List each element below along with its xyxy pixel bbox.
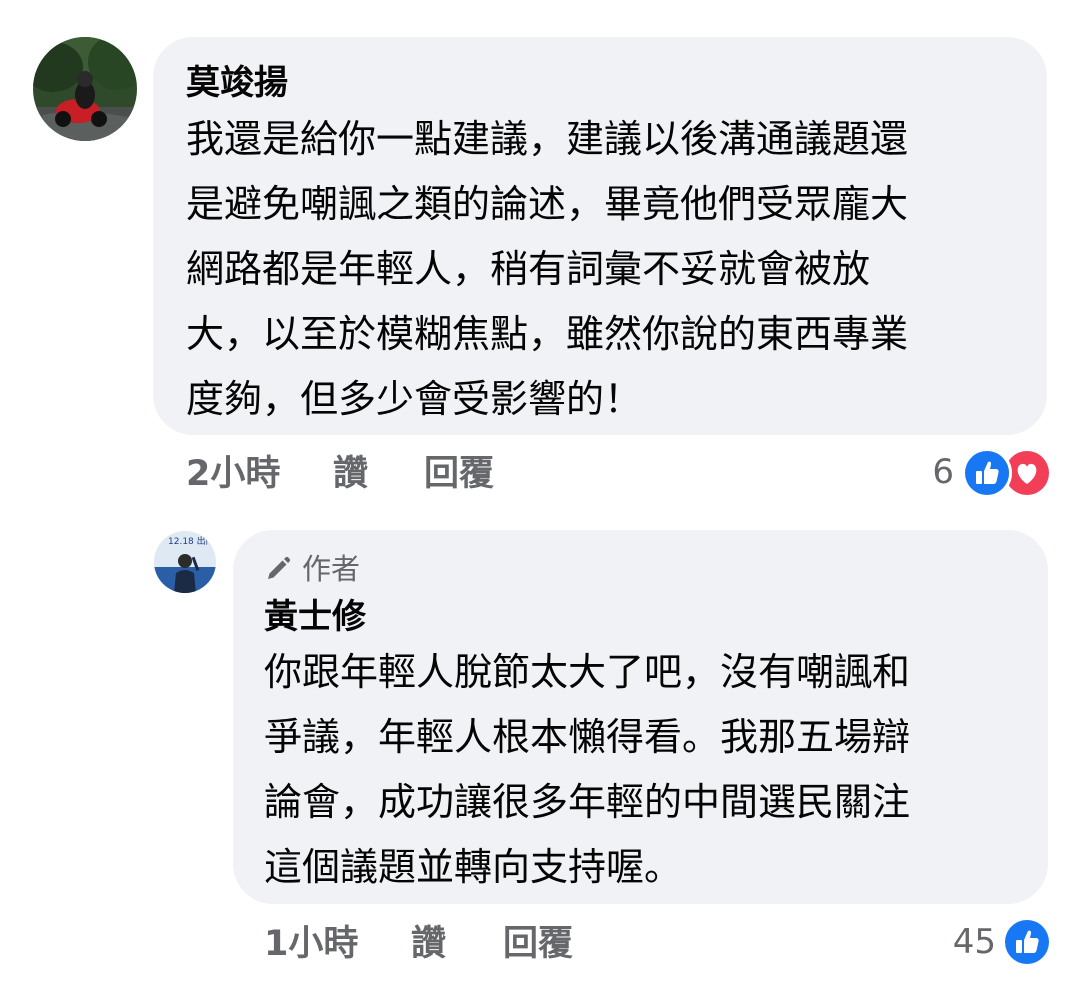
avatar-text: 12.18 出門投票: [168, 535, 216, 547]
comment-text-line: 網路都是年輕人，稍有詞彙不妥就會被放: [186, 247, 871, 291]
comment-text-line: 論會，成功讓很多年輕的中間選民關注: [264, 780, 911, 824]
like-button[interactable]: 讚: [333, 452, 368, 496]
comment-text-line: 這個議題並轉向支持喔。: [264, 845, 683, 889]
like-icon[interactable]: [962, 448, 1012, 498]
comment-thread: 莫竣揚 我還是給你一點建議，建議以後溝通議題還 是避免嘲諷之類的論述，畢竟他們受…: [0, 0, 1080, 1002]
motorcycle-photo: [33, 37, 137, 141]
comment-text-line: 我還是給你一點建議，建議以後溝通議題還: [186, 117, 909, 161]
pencil-icon: [268, 556, 291, 579]
comment-text-line: 你跟年輕人脫節太大了吧，沒有嘲諷和: [264, 650, 911, 694]
avatar[interactable]: [33, 37, 137, 141]
comment-author-name[interactable]: 莫竣揚: [186, 63, 288, 103]
like-icon[interactable]: [1002, 917, 1052, 967]
like-button[interactable]: 讚: [411, 922, 446, 966]
reply-button[interactable]: 回覆: [503, 922, 573, 966]
avatar[interactable]: 12.18 出門投票: [154, 531, 216, 593]
reply-button[interactable]: 回覆: [424, 452, 494, 496]
campaign-photo: 12.18 出門投票: [154, 531, 216, 593]
comment-text-line: 爭議，年輕人根本懶得看。我那五場辯: [264, 715, 911, 759]
comment-text-line: 大，以至於模糊焦點，雖然你說的東西專業: [186, 312, 909, 356]
comment-text-line: 是避免嘲諷之類的論述，畢竟他們受眾龐大: [186, 182, 909, 226]
comment-text-line: 度夠，但多少會受影響的！: [186, 377, 643, 421]
author-badge: 作者: [264, 552, 360, 586]
author-badge-label: 作者: [302, 552, 361, 586]
reaction-count[interactable]: 45: [940, 922, 996, 962]
reaction-count[interactable]: 6: [910, 452, 954, 492]
comment-timestamp[interactable]: 1小時: [264, 922, 358, 966]
comment-timestamp[interactable]: 2小時: [186, 452, 280, 496]
comment-author-name[interactable]: 黃士修: [264, 597, 366, 637]
